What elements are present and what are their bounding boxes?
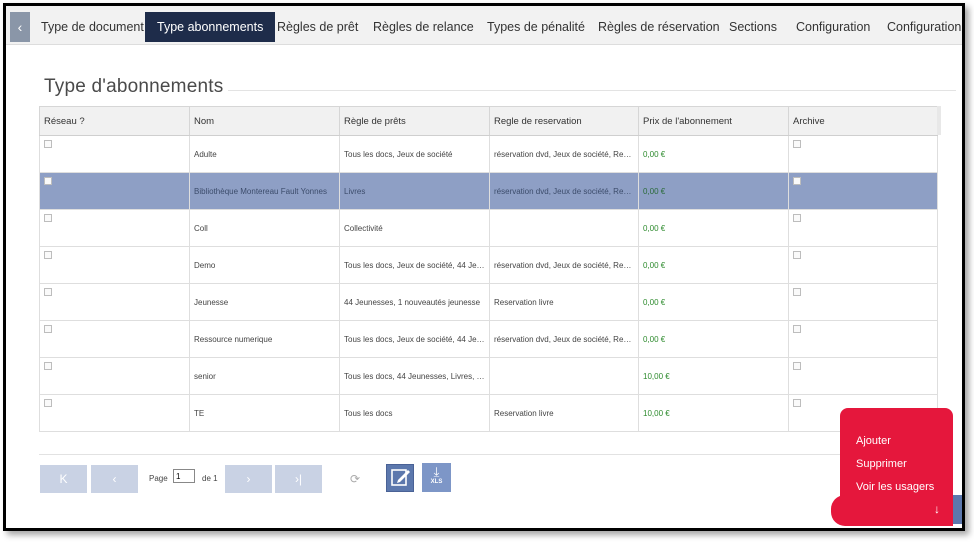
next-page-button[interactable]: › — [225, 465, 272, 493]
tab-configuration-2[interactable]: Configuration — [887, 12, 961, 42]
side-panel-tab[interactable] — [953, 495, 962, 524]
edit-icon — [391, 469, 410, 486]
menu-item-voir-les-usagers[interactable]: Voir les usagers — [856, 481, 934, 493]
cell-nom: Coll — [189, 209, 340, 247]
cell-regle-reservation: réservation dvd, Jeux de société, Reser.… — [489, 172, 639, 210]
download-icon: ⤓ — [433, 464, 440, 479]
table-row-selected[interactable]: Bibliothèque Montereau Fault Yonnes Livr… — [39, 172, 938, 210]
xls-label: XLS — [430, 479, 443, 485]
page-label: Page — [149, 474, 168, 483]
column-header-reseau[interactable]: Réseau ? — [39, 106, 190, 136]
archive-checkbox[interactable] — [793, 176, 801, 185]
reseau-checkbox[interactable] — [44, 361, 52, 370]
menu-item-ajouter[interactable]: Ajouter — [856, 435, 891, 447]
cell-nom: Bibliothèque Montereau Fault Yonnes — [189, 172, 340, 210]
first-page-button[interactable]: K — [40, 465, 87, 493]
tab-regles-de-pret[interactable]: Règles de prêt — [277, 12, 358, 42]
archive-checkbox[interactable] — [793, 287, 801, 296]
table-row[interactable]: Coll Collectivité 0,00 € — [39, 209, 938, 247]
cell-regle-prets: Tous les docs, Jeux de société, 44 Jeun.… — [339, 246, 490, 284]
cell-regle-prets: Livres — [339, 172, 490, 210]
page-count-label: de 1 — [202, 474, 218, 483]
cell-prix: 10,00 € — [638, 357, 789, 395]
cell-prix: 0,00 € — [638, 283, 789, 321]
tab-sections[interactable]: Sections — [729, 12, 777, 42]
main-content: Type d'abonnements Réseau ? Nom Règle de… — [6, 45, 962, 528]
reseau-checkbox[interactable] — [44, 176, 52, 185]
reseau-checkbox[interactable] — [44, 287, 52, 296]
cell-prix: 10,00 € — [638, 394, 789, 432]
reseau-checkbox[interactable] — [44, 324, 52, 333]
menu-item-supprimer[interactable]: Supprimer — [856, 458, 907, 470]
archive-checkbox[interactable] — [793, 250, 801, 259]
table-row[interactable]: Demo Tous les docs, Jeux de société, 44 … — [39, 246, 938, 284]
cell-regle-prets: 44 Jeunesses, 1 nouveautés jeunesse — [339, 283, 490, 321]
reseau-checkbox[interactable] — [44, 213, 52, 222]
table-row[interactable]: Adulte Tous les docs, Jeux de société ré… — [39, 135, 938, 173]
archive-checkbox[interactable] — [793, 139, 801, 148]
table-row[interactable]: Ressource numerique Tous les docs, Jeux … — [39, 320, 938, 358]
column-header-archive[interactable]: Archive — [788, 106, 938, 136]
edit-button[interactable] — [386, 464, 414, 492]
cell-nom: senior — [189, 357, 340, 395]
archive-checkbox[interactable] — [793, 324, 801, 333]
tab-type-de-document[interactable]: Type de document — [41, 12, 144, 42]
table-row[interactable]: senior Tous les docs, 44 Jeunesses, Livr… — [39, 357, 938, 395]
grid-header-row: Réseau ? Nom Règle de prêts Regle de res… — [39, 106, 938, 136]
last-page-button[interactable]: ›| — [275, 465, 322, 493]
prev-page-button[interactable]: ‹ — [91, 465, 138, 493]
page-title: Type d'abonnements — [44, 76, 224, 97]
cell-regle-prets: Tous les docs, 44 Jeunesses, Livres, 1 n… — [339, 357, 490, 395]
refresh-icon[interactable]: ⟳ — [350, 472, 360, 486]
cell-regle-reservation: Reservation livre — [489, 283, 639, 321]
tab-bar: ‹ Type de document Type abonnements Règl… — [6, 6, 962, 45]
tabs-scroll-left-button[interactable]: ‹ — [10, 12, 30, 42]
cell-nom: Adulte — [189, 135, 340, 173]
arrow-down-icon[interactable]: ↓ — [934, 502, 940, 516]
tab-configuration[interactable]: Configuration — [796, 12, 870, 42]
cell-prix: 0,00 € — [638, 246, 789, 284]
reseau-checkbox[interactable] — [44, 139, 52, 148]
column-header-nom[interactable]: Nom — [189, 106, 340, 136]
grid-scrollbar[interactable] — [937, 106, 941, 135]
cell-regle-reservation — [489, 209, 639, 247]
reseau-checkbox[interactable] — [44, 398, 52, 407]
tab-regles-de-relance[interactable]: Règles de relance — [373, 12, 474, 42]
tab-type-abonnements[interactable]: Type abonnements — [145, 12, 276, 42]
cell-prix: 0,00 € — [638, 135, 789, 173]
cell-regle-reservation: Reservation livre — [489, 394, 639, 432]
tab-types-de-penalite[interactable]: Types de pénalité — [487, 12, 585, 42]
column-header-regle-prets[interactable]: Règle de prêts — [339, 106, 490, 136]
cell-regle-reservation: réservation dvd, Jeux de société, Reser.… — [489, 320, 639, 358]
cell-nom: TE — [189, 394, 340, 432]
cell-regle-prets: Collectivité — [339, 209, 490, 247]
app-window: ‹ Type de document Type abonnements Règl… — [3, 3, 965, 531]
cell-regle-prets: Tous les docs, Jeux de société, 44 Jeun.… — [339, 320, 490, 358]
reseau-checkbox[interactable] — [44, 250, 52, 259]
cell-nom: Ressource numerique — [189, 320, 340, 358]
cell-prix: 0,00 € — [638, 320, 789, 358]
column-header-regle-reservation[interactable]: Regle de reservation — [489, 106, 639, 136]
tab-regles-de-reservation[interactable]: Règles de réservation — [598, 12, 720, 42]
export-xls-button[interactable]: ⤓ XLS — [422, 463, 451, 492]
page-number-input[interactable] — [173, 469, 195, 483]
cell-regle-reservation — [489, 357, 639, 395]
archive-checkbox[interactable] — [793, 398, 801, 407]
cell-prix: 0,00 € — [638, 172, 789, 210]
archive-checkbox[interactable] — [793, 361, 801, 370]
cell-regle-reservation: réservation dvd, Jeux de société, Reser.… — [489, 246, 639, 284]
cell-nom: Demo — [189, 246, 340, 284]
pager-divider — [39, 454, 941, 455]
table-row[interactable]: TE Tous les docs Reservation livre 10,00… — [39, 394, 938, 432]
column-header-prix[interactable]: Prix de l'abonnement — [638, 106, 789, 136]
cell-regle-reservation: réservation dvd, Jeux de société, Reser.… — [489, 135, 639, 173]
cell-nom: Jeunesse — [189, 283, 340, 321]
cell-prix: 0,00 € — [638, 209, 789, 247]
cell-regle-prets: Tous les docs, Jeux de société — [339, 135, 490, 173]
title-divider — [228, 90, 956, 91]
archive-checkbox[interactable] — [793, 213, 801, 222]
cell-regle-prets: Tous les docs — [339, 394, 490, 432]
subscriptions-grid: Réseau ? Nom Règle de prêts Regle de res… — [39, 106, 941, 432]
table-row[interactable]: Jeunesse 44 Jeunesses, 1 nouveautés jeun… — [39, 283, 938, 321]
